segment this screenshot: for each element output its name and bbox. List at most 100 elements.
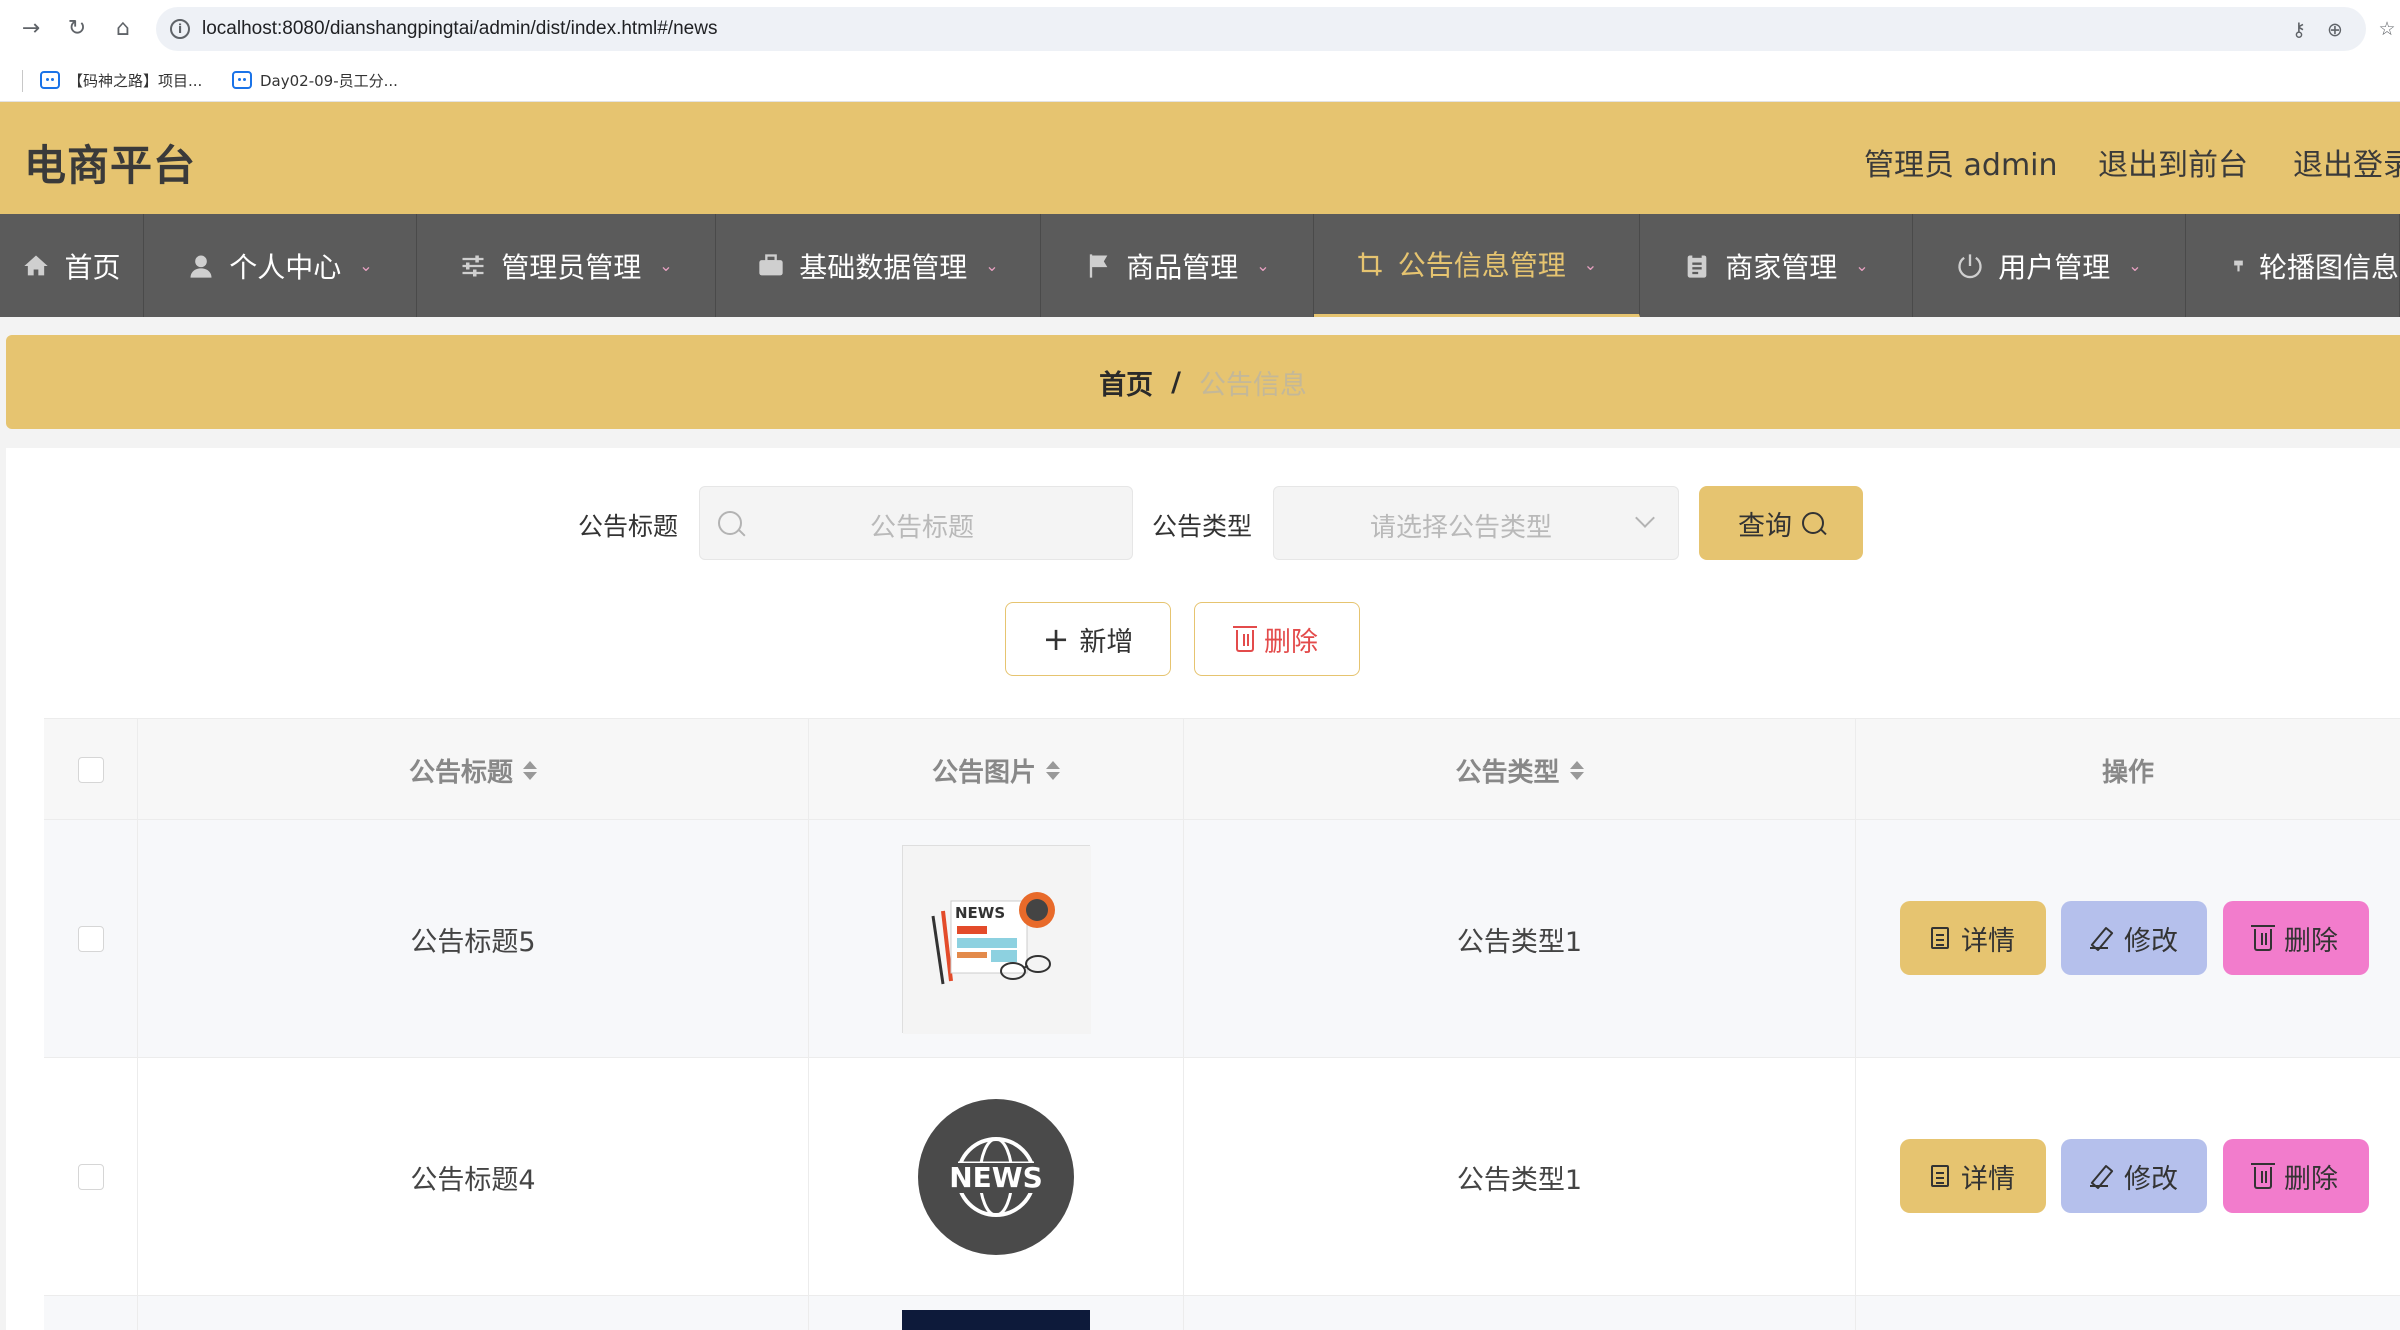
news-globe-badge[interactable]: NEWS (916, 1097, 1076, 1257)
breadcrumb: 首页 / 公告信息 (6, 335, 2400, 429)
to-front-link[interactable]: 退出到前台 (2098, 140, 2248, 184)
delete-label: 删除 (2284, 925, 2338, 957)
row-checkbox[interactable] (77, 926, 104, 952)
cell-title: 公告标题4 (138, 1058, 809, 1296)
detail-button[interactable]: 详情 (1900, 901, 2046, 975)
select-all-checkbox[interactable] (77, 757, 104, 783)
clipboard-icon (1687, 252, 1707, 278)
sort-icon[interactable] (1569, 760, 1584, 780)
bookmark-label: Day02-09-员工分... (260, 71, 398, 90)
chevron-down-icon (1635, 508, 1655, 528)
table-row: 公告标题4 NEWS 公告类型1 详情 修改 删除 (44, 1058, 2400, 1296)
bookmarks-bar: 【码神之路】项目... Day02-09-员工分... (0, 58, 2400, 102)
nav-item-basic-data[interactable]: 基础数据管理 ⌄ (716, 214, 1041, 317)
row-checkbox[interactable] (77, 1164, 104, 1190)
briefcase-icon (759, 253, 783, 275)
column-header-type[interactable]: 公告类型 (1184, 719, 1856, 821)
notice-table: 公告标题 公告图片 公告类型 操作 公告标题5 NEWS 公告类型1 详情 修改… (44, 718, 2400, 1330)
cell-title: 公告标题5 (138, 820, 809, 1058)
nav-item-home[interactable]: 首页 (0, 214, 144, 317)
cell-actions: 详情 修改 删除 (1856, 1058, 2400, 1296)
detail-label: 详情 (1961, 925, 2015, 957)
url-field[interactable]: i localhost:8080/dianshangpingtai/admin/… (156, 7, 2366, 51)
edit-button[interactable]: 修改 (2061, 901, 2207, 975)
search-icon (1802, 512, 1824, 534)
nav-item-admin-management[interactable]: 管理员管理 ⌄ (417, 214, 716, 317)
app-header: 电商平台 管理员 admin 退出到前台 退出登录 (0, 102, 2400, 214)
cell-type: 公告类型1 (1184, 1058, 1856, 1296)
sort-icon[interactable] (523, 760, 537, 780)
column-header-image[interactable]: 公告图片 (809, 719, 1184, 821)
document-icon (1931, 927, 1949, 949)
nav-item-carousel[interactable]: 轮播图信息 (2186, 214, 2400, 317)
forward-icon[interactable]: → (18, 16, 44, 42)
chevron-down-icon: ⌄ (2128, 256, 2142, 275)
add-button[interactable]: + 新增 (1005, 602, 1171, 676)
type-select[interactable]: 请选择公告类型 (1273, 486, 1679, 560)
logout-link[interactable]: 退出登录 (2293, 140, 2400, 184)
url-text[interactable]: localhost:8080/dianshangpingtai/admin/di… (202, 18, 717, 40)
cell-image: NEWS (809, 820, 1184, 1058)
svg-text:NEWS: NEWS (955, 904, 1005, 922)
site-info-icon[interactable]: i (170, 19, 190, 39)
row-select-cell (44, 1058, 138, 1296)
delete-button[interactable]: 删除 (2223, 901, 2369, 975)
title-search-input[interactable]: 公告标题 (699, 486, 1133, 560)
cell-type (1184, 1296, 1856, 1330)
search-icon (718, 511, 742, 535)
brush-icon (2234, 260, 2243, 271)
nav-item-merchant-management[interactable]: 商家管理 ⌄ (1640, 214, 1913, 317)
batch-delete-label: 删除 (1264, 626, 1318, 658)
column-label: 公告标题 (408, 757, 513, 788)
column-header-actions: 操作 (1856, 719, 2400, 821)
sort-icon[interactable] (1046, 760, 1060, 780)
bookmark-item[interactable]: 【码神之路】项目... (40, 67, 202, 93)
edit-icon (2090, 927, 2112, 949)
edit-button[interactable]: 修改 (2061, 1139, 2207, 1213)
nav-item-notice-management[interactable]: 公告信息管理 ⌄ (1314, 214, 1640, 317)
nav-item-user-management[interactable]: 用户管理 ⌄ (1913, 214, 2186, 317)
nav-label: 轮播图信息 (2258, 250, 2399, 284)
bilibili-icon (232, 71, 252, 89)
breadcrumb-separator: / (1171, 366, 1181, 398)
query-label: 查询 (1738, 510, 1792, 542)
chevron-down-icon: ⌄ (985, 256, 999, 275)
nav-item-personal-center[interactable]: 个人中心 ⌄ (144, 214, 417, 317)
column-label: 操作 (2101, 757, 2154, 788)
password-key-icon[interactable]: ⚷ (2286, 17, 2312, 43)
edit-label: 修改 (2124, 925, 2178, 957)
trash-icon (2251, 925, 2275, 951)
svg-text:NEWS: NEWS (949, 1161, 1043, 1194)
nav-label: 首页 (64, 250, 121, 284)
batch-delete-button[interactable]: 删除 (1194, 602, 1360, 676)
column-header-title[interactable]: 公告标题 (138, 719, 809, 821)
cell-actions (1856, 1296, 2400, 1330)
bookmark-star-icon[interactable]: ☆ (2374, 16, 2400, 42)
nav-item-product-management[interactable]: 商品管理 ⌄ (1041, 214, 1314, 317)
delete-button[interactable]: 删除 (2223, 1139, 2369, 1213)
detail-button[interactable]: 详情 (1900, 1139, 2046, 1213)
app-title: 电商平台 (24, 141, 197, 190)
breadcrumb-home[interactable]: 首页 (1099, 363, 1153, 402)
column-label: 公告类型 (1455, 757, 1560, 788)
crop-icon (1358, 252, 1382, 276)
query-button[interactable]: 查询 (1699, 486, 1863, 560)
type-search-label: 公告类型 (1152, 512, 1253, 541)
user-icon (190, 255, 212, 278)
news-illustration-image[interactable]: NEWS (902, 845, 1091, 1034)
reload-icon[interactable]: ↻ (64, 16, 90, 42)
bookmark-item[interactable]: Day02-09-员工分... (232, 67, 398, 93)
home-icon[interactable]: ⌂ (110, 16, 136, 42)
power-icon (1958, 253, 1982, 278)
plus-icon: + (1042, 620, 1070, 658)
zoom-icon[interactable]: ⊕ (2322, 17, 2348, 43)
document-icon (1931, 1165, 1949, 1187)
select-all-cell (44, 719, 138, 821)
nav-label: 基础数据管理 (799, 250, 968, 284)
nav-label: 公告信息管理 (1397, 249, 1566, 282)
row-select-cell (44, 820, 138, 1058)
news-image-partial[interactable] (902, 1310, 1090, 1330)
nav-label: 管理员管理 (501, 250, 642, 284)
chevron-down-icon: ⌄ (659, 256, 673, 275)
chevron-down-icon: ⌄ (1256, 256, 1270, 275)
